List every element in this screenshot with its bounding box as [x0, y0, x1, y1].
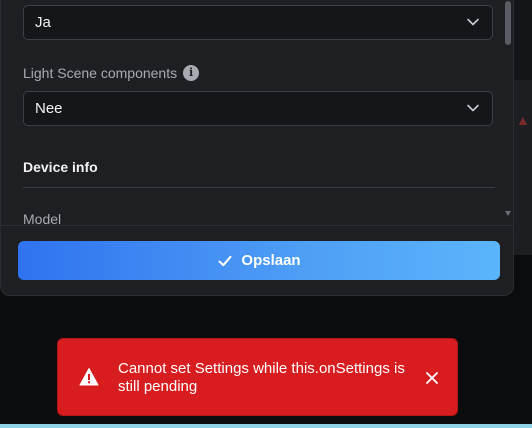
scrollbar-thumb[interactable]	[505, 1, 511, 45]
light-scene-label: Light Scene components i	[23, 65, 200, 81]
settings-dialog: Ja Light Scene components i Nee Device i…	[0, 0, 514, 296]
close-icon[interactable]	[424, 370, 440, 386]
info-icon[interactable]: i	[183, 65, 200, 81]
check-icon	[218, 255, 232, 266]
warning-icon	[79, 368, 99, 386]
save-button-label: Opslaan	[241, 252, 301, 269]
setting-select-1[interactable]: Ja	[23, 5, 493, 40]
settings-scroll-area[interactable]: Ja Light Scene components i Nee Device i…	[1, 0, 501, 225]
section-divider	[23, 187, 495, 188]
light-scene-label-text: Light Scene components	[23, 65, 178, 81]
setting-select-1-value: Ja	[35, 14, 51, 31]
save-button[interactable]: Opslaan	[18, 241, 500, 280]
background-panel-top	[514, 0, 532, 80]
model-label: Model	[23, 211, 62, 225]
bottom-edge-strip	[0, 424, 532, 428]
screen: ▲ Ja Light Scene components i Nee Device…	[0, 0, 532, 428]
chevron-down-icon	[467, 18, 479, 26]
background-warning-icon: ▲	[516, 112, 530, 128]
chevron-down-icon	[467, 104, 479, 112]
scrollbar[interactable]	[505, 1, 511, 213]
light-scene-select-value: Nee	[35, 100, 63, 117]
error-toast: Cannot set Settings while this.onSetting…	[57, 338, 458, 416]
scroll-down-arrow-icon[interactable]	[505, 211, 511, 216]
toast-message: Cannot set Settings while this.onSetting…	[118, 360, 405, 395]
background-panel	[514, 80, 532, 255]
light-scene-select[interactable]: Nee	[23, 91, 493, 126]
device-info-heading: Device info	[23, 159, 98, 175]
footer-divider	[1, 225, 513, 226]
